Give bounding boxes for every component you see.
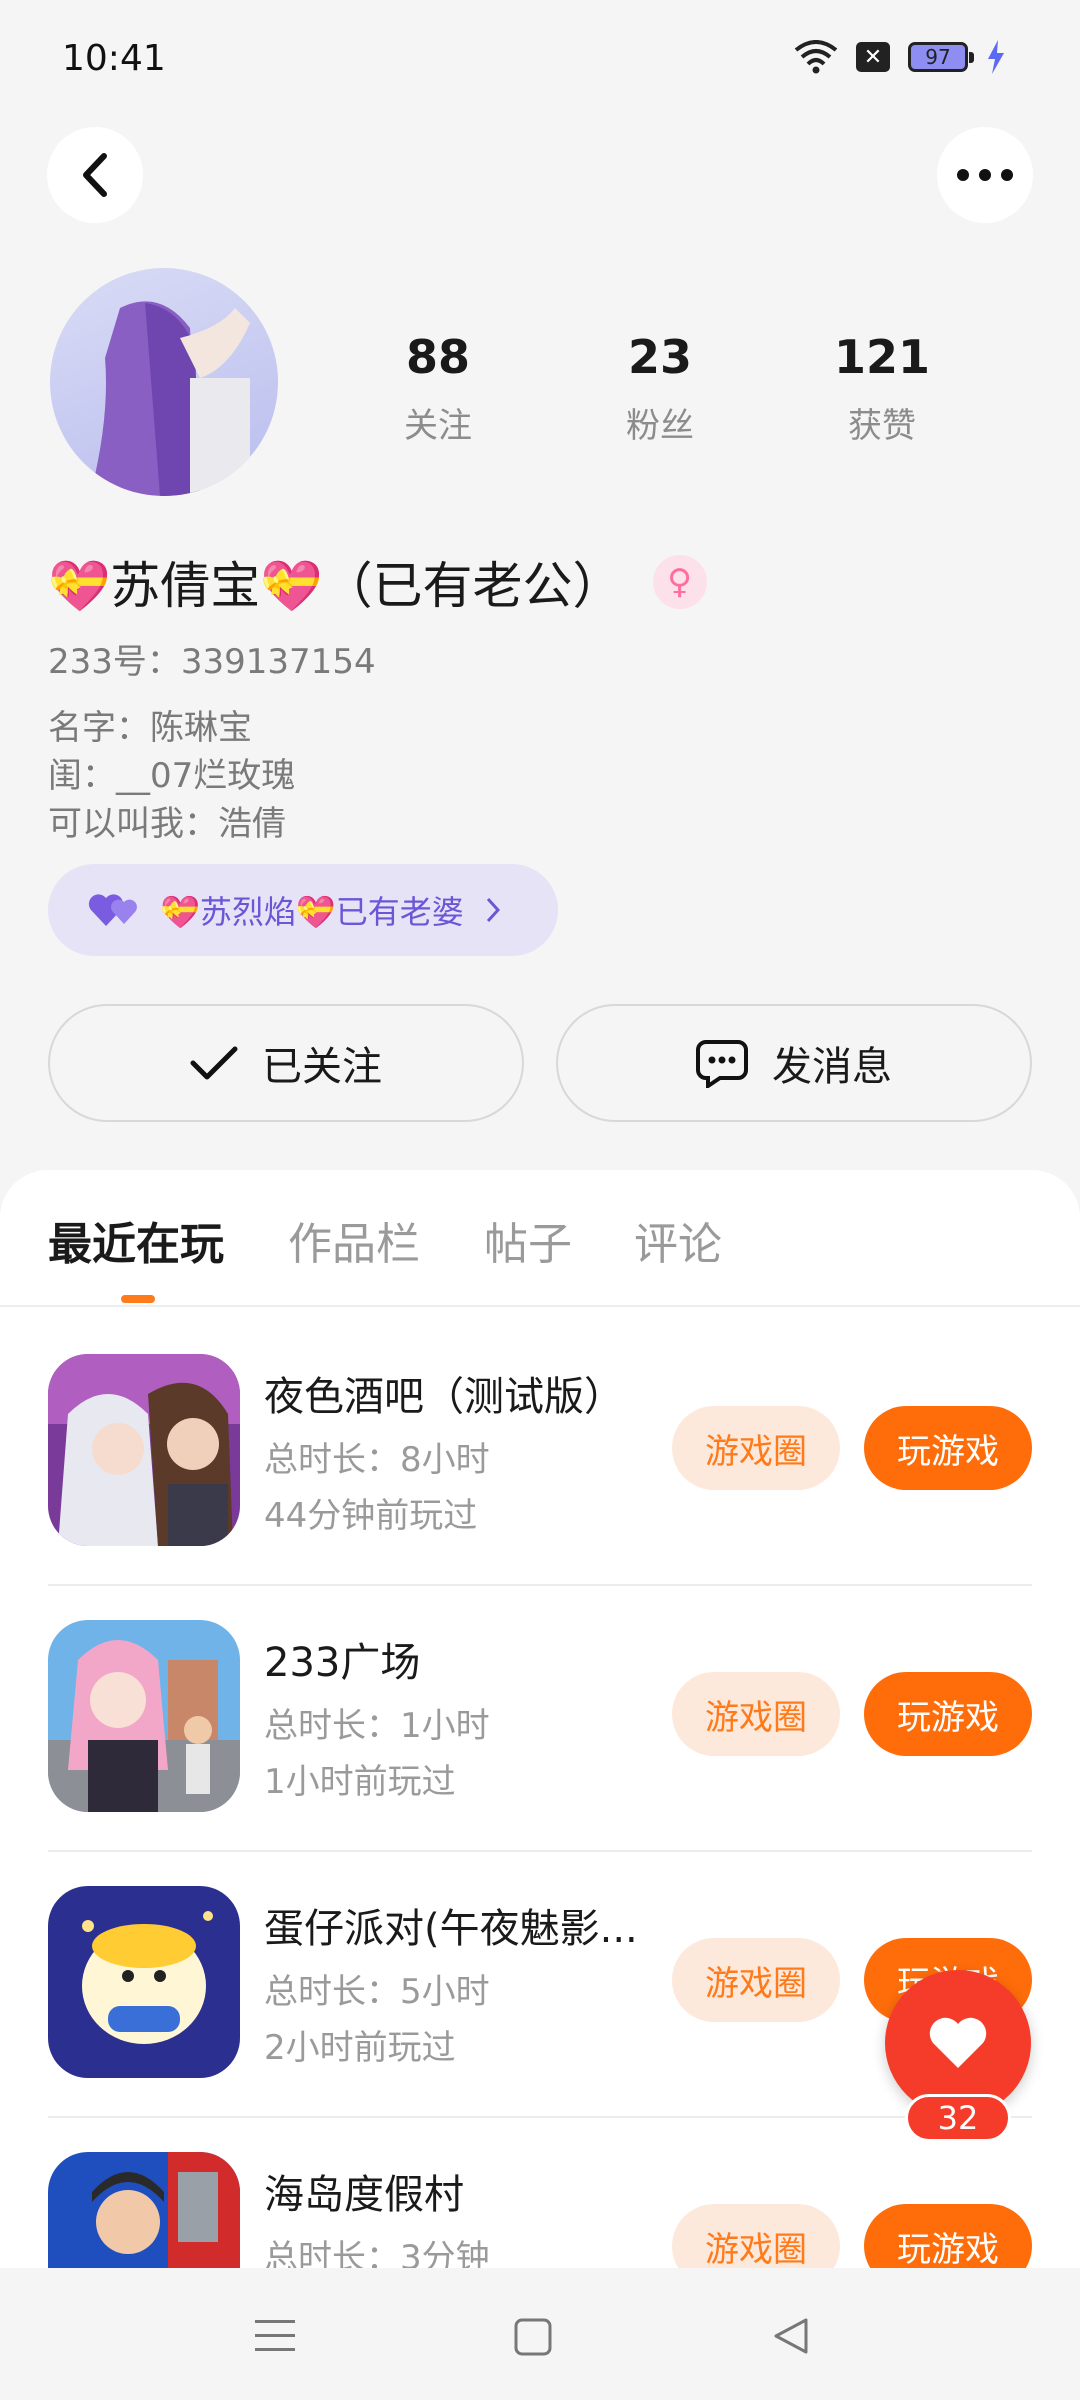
game-duration: 总时长：8小时 (264, 1440, 490, 1480)
message-button[interactable]: 发消息 (556, 1004, 1032, 1122)
more-icon (957, 169, 1013, 181)
partner-chip[interactable]: 💝苏烈焰💝已有老婆 (48, 864, 558, 956)
play-game-button[interactable]: 玩游戏 (864, 1672, 1032, 1756)
follow-button[interactable]: 已关注 (48, 1004, 524, 1122)
fans-count: 23 (627, 330, 692, 384)
charging-icon (988, 40, 1004, 74)
partner-name: 💝苏烈焰💝已有老婆 (160, 893, 464, 931)
tab-divider (0, 1305, 1080, 1307)
tab-comments[interactable]: 评论 (634, 1208, 722, 1272)
game-duration: 总时长：3分钟 (264, 2238, 490, 2268)
list-item[interactable]: 海岛度假村 总时长：3分钟 游戏圈 玩游戏 (0, 2152, 1080, 2268)
stat-likes[interactable]: 121 获赞 (802, 330, 962, 447)
game-icon[interactable] (48, 2152, 240, 2268)
list-item[interactable]: 233广场 总时长：1小时 1小时前玩过 游戏圈 玩游戏 (0, 1620, 1080, 1886)
follow-label: 已关注 (262, 1044, 382, 1090)
heart-icon (929, 2017, 987, 2068)
chat-bubble-icon (696, 1040, 748, 1088)
game-title: 蛋仔派对(午夜魅影... (264, 1906, 638, 1952)
female-gender-icon: ♀ (652, 555, 707, 609)
user-id: 233号：339137154 (48, 642, 376, 682)
game-last-played: 44分钟前玩过 (264, 1496, 478, 1536)
game-duration: 总时长：1小时 (264, 1706, 490, 1746)
stat-following[interactable]: 88 关注 (358, 330, 518, 447)
more-button[interactable] (937, 127, 1033, 223)
profile-name-row: 💝苏倩宝💝（已有老公） ♀ (48, 546, 707, 618)
wifi-icon (794, 40, 838, 74)
likes-count: 121 (833, 330, 931, 384)
fans-label: 粉丝 (626, 406, 694, 446)
game-icon[interactable] (48, 1886, 240, 2078)
tab-posts[interactable]: 帖子 (484, 1208, 572, 1272)
game-circle-button[interactable]: 游戏圈 (672, 1406, 840, 1490)
row-divider (48, 1850, 1032, 1852)
back-nav-icon[interactable] (772, 2316, 810, 2356)
menu-icon[interactable] (255, 2318, 295, 2354)
status-icons: ✕ 97 (794, 40, 1006, 74)
play-game-button[interactable]: 玩游戏 (864, 2204, 1032, 2268)
row-divider (48, 2116, 1032, 2118)
play-game-button[interactable]: 玩游戏 (864, 1406, 1032, 1490)
bio-line: 可以叫我：浩倩 (48, 804, 286, 844)
game-title: 233广场 (264, 1640, 421, 1686)
game-last-played: 2小时前玩过 (264, 2028, 456, 2068)
row-divider (48, 1584, 1032, 1586)
tab-recent-play[interactable]: 最近在玩 (48, 1208, 224, 1272)
tab-indicator (121, 1295, 155, 1303)
avatar[interactable] (50, 268, 278, 496)
chevron-left-icon (83, 153, 107, 197)
game-title: 夜色酒吧（测试版） (264, 1374, 624, 1420)
battery-icon: 97 (908, 42, 974, 72)
message-label: 发消息 (772, 1044, 892, 1090)
bio-line: 闺：__07烂玫瑰 (48, 756, 296, 796)
like-count: 32 (905, 2094, 1011, 2142)
chevron-right-icon (486, 897, 500, 923)
check-icon (190, 1046, 238, 1080)
couple-hearts-icon (88, 894, 137, 926)
system-nav-bar (0, 2268, 1080, 2400)
game-circle-button[interactable]: 游戏圈 (672, 1672, 840, 1756)
following-label: 关注 (404, 406, 472, 446)
status-time: 10:41 (62, 38, 166, 79)
game-circle-button[interactable]: 游戏圈 (672, 1938, 840, 2022)
game-last-played: 1小时前玩过 (264, 1762, 456, 1802)
following-count: 88 (405, 330, 470, 384)
home-icon[interactable] (514, 2318, 552, 2356)
avatar-illustration (90, 301, 250, 496)
game-duration: 总时长：5小时 (264, 1972, 490, 2012)
back-button[interactable] (47, 127, 143, 223)
sim-off-icon: ✕ (856, 42, 890, 72)
game-icon[interactable] (48, 1620, 240, 1812)
tab-works[interactable]: 作品栏 (288, 1208, 420, 1272)
nickname: 💝苏倩宝💝（已有老公） (48, 557, 623, 615)
game-circle-button[interactable]: 游戏圈 (672, 2204, 840, 2268)
game-icon[interactable] (48, 1354, 240, 1546)
game-title: 海岛度假村 (264, 2172, 464, 2218)
likes-label: 获赞 (848, 406, 916, 446)
list-item[interactable]: 夜色酒吧（测试版） 总时长：8小时 44分钟前玩过 游戏圈 玩游戏 (0, 1354, 1080, 1620)
stat-fans[interactable]: 23 粉丝 (580, 330, 740, 447)
bio-line: 名字：陈琳宝 (48, 708, 252, 748)
